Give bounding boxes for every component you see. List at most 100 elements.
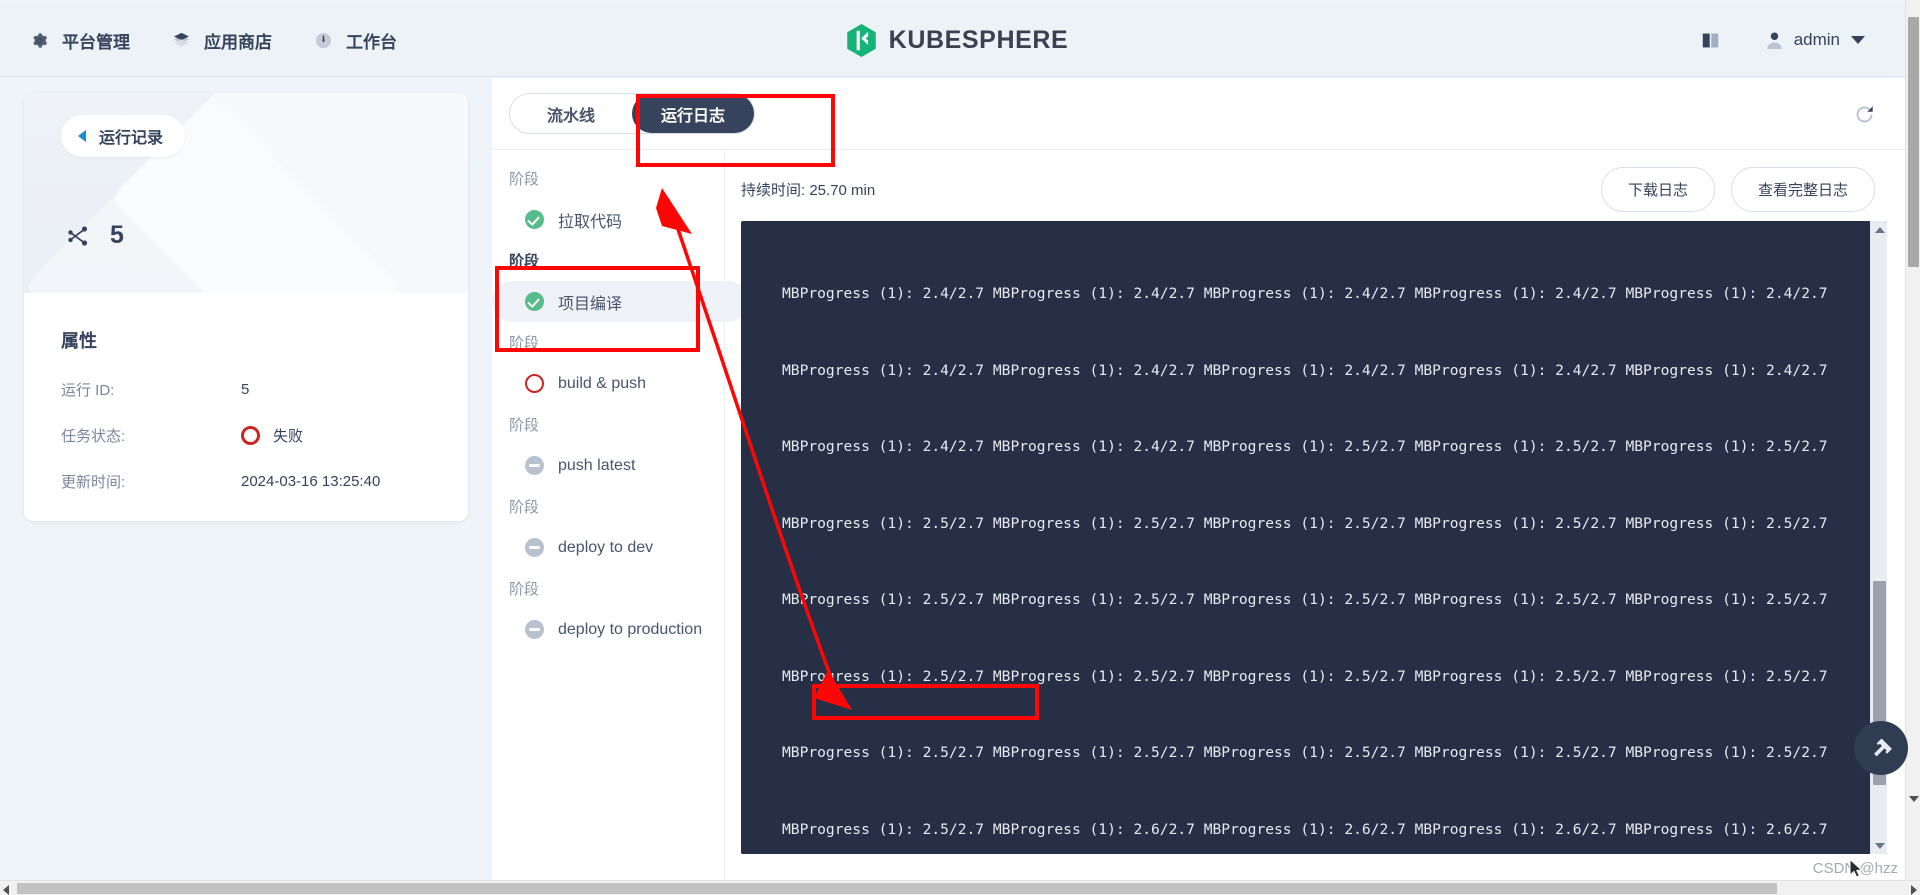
user-name: admin bbox=[1793, 30, 1840, 49]
run-number: 5 bbox=[110, 221, 124, 249]
stage-name: deploy to dev bbox=[558, 538, 654, 556]
mouse-cursor-icon bbox=[1849, 858, 1863, 878]
back-to-run-records-button[interactable]: 运行记录 bbox=[61, 115, 186, 157]
gear-icon bbox=[33, 32, 48, 48]
log-output: MBProgress (1): 2.4/2.7 MBProgress (1): … bbox=[741, 221, 1887, 854]
attributes-section: 属性 运行 ID: 5 任务状态: 失败 更新时间: 2024-03-16 13… bbox=[24, 293, 468, 521]
stage-name: 拉取代码 bbox=[558, 213, 623, 231]
avatar-icon bbox=[1766, 32, 1782, 49]
brand-text: KUBESPHERE bbox=[888, 25, 1069, 54]
main-content: 流水线 运行日志 阶段 拉取代码 阶段 项目编译 阶段 build & push… bbox=[492, 78, 1905, 890]
attribute-run-id: 运行 ID: 5 bbox=[61, 377, 431, 401]
attribute-task-status: 任务状态: 失败 bbox=[61, 423, 431, 447]
global-nav: 平台管理 应用商店 工作台 bbox=[30, 28, 439, 53]
log-layout: 阶段 拉取代码 阶段 项目编译 阶段 build & push 阶段 push … bbox=[492, 150, 1905, 890]
layers-icon bbox=[173, 32, 190, 47]
nav-item-platform[interactable]: 平台管理 bbox=[30, 28, 130, 53]
tab-run-log[interactable]: 运行日志 bbox=[632, 94, 754, 133]
duration-label: 持续时间: 25.70 min bbox=[741, 181, 876, 199]
status-success-icon bbox=[525, 210, 544, 229]
refresh-icon[interactable] bbox=[1854, 104, 1875, 125]
floating-tool-button[interactable] bbox=[1854, 721, 1908, 775]
tab-switch: 流水线 运行日志 bbox=[509, 93, 755, 134]
top-header: 平台管理 应用商店 工作台 KUBESPHERE admin bbox=[0, 4, 1913, 77]
stage-block-2: 阶段 build & push bbox=[492, 332, 724, 404]
stage-name: build & push bbox=[558, 374, 647, 392]
stage-block-4: 阶段 deploy to dev bbox=[492, 496, 724, 568]
status-pending-icon bbox=[525, 538, 544, 557]
pipeline-graph-icon bbox=[68, 225, 88, 246]
log-line: MBProgress (1): 2.4/2.7 MBProgress (1): … bbox=[782, 438, 1828, 455]
nav-label-platform: 平台管理 bbox=[62, 32, 130, 52]
stage-item-project-compile[interactable]: 项目编译 bbox=[492, 281, 748, 322]
stage-list: 阶段 拉取代码 阶段 项目编译 阶段 build & push 阶段 push … bbox=[492, 150, 748, 890]
status-badge: 失败 bbox=[273, 427, 304, 445]
stage-heading: 阶段 bbox=[509, 417, 540, 434]
console-scroll-down-button[interactable] bbox=[1871, 837, 1887, 854]
nav-item-workbench[interactable]: 工作台 bbox=[314, 28, 397, 53]
run-detail-card: 运行记录 5 回放 属性 运行 ID: 5 任务状态 bbox=[24, 93, 468, 521]
back-label: 运行记录 bbox=[99, 130, 164, 147]
attribute-update-time: 更新时间: 2024-03-16 13:25:40 bbox=[61, 469, 431, 493]
tab-pipeline[interactable]: 流水线 bbox=[510, 94, 632, 133]
stage-heading: 阶段 bbox=[509, 581, 540, 598]
view-full-log-button[interactable]: 查看完整日志 bbox=[1730, 166, 1875, 212]
download-log-button[interactable]: 下载日志 bbox=[1600, 166, 1715, 212]
page-scroll-right-button[interactable] bbox=[1911, 885, 1917, 895]
attribute-key: 运行 ID: bbox=[61, 381, 115, 399]
stage-item-pull-code[interactable]: 拉取代码 bbox=[492, 199, 724, 240]
stage-block-0: 阶段 拉取代码 bbox=[492, 168, 724, 240]
tab-bar: 流水线 运行日志 bbox=[492, 78, 1905, 150]
run-number-row: 5 bbox=[66, 221, 124, 250]
stage-item-push-latest[interactable]: push latest bbox=[492, 445, 724, 486]
stage-block-3: 阶段 push latest bbox=[492, 414, 724, 486]
nav-item-appstore[interactable]: 应用商店 bbox=[172, 28, 272, 53]
nav-label-appstore: 应用商店 bbox=[204, 32, 272, 52]
stage-item-deploy-production[interactable]: deploy to production bbox=[492, 609, 724, 650]
log-toolbar: 持续时间: 25.70 min 下载日志 查看完整日志 bbox=[741, 166, 1905, 212]
kubesphere-logo-icon bbox=[846, 23, 876, 57]
attributes-title: 属性 bbox=[61, 331, 97, 351]
log-line: MBProgress (1): 2.5/2.7 MBProgress (1): … bbox=[782, 744, 1828, 761]
console-scroll-up-button[interactable] bbox=[1871, 221, 1887, 238]
user-menu[interactable]: admin bbox=[1766, 30, 1865, 50]
nav-label-workbench: 工作台 bbox=[346, 32, 397, 52]
log-line: MBProgress (1): 2.4/2.7 MBProgress (1): … bbox=[782, 361, 1828, 379]
stage-heading: 阶段 bbox=[509, 499, 540, 516]
left-sidebar: 运行记录 5 回放 属性 运行 ID: 5 任务状态 bbox=[0, 78, 492, 888]
log-line: MBProgress (1): 2.5/2.7 MBProgress (1): … bbox=[782, 591, 1828, 608]
log-line: MBProgress (1): 2.4/2.7 MBProgress (1): … bbox=[782, 285, 1828, 302]
page-scroll-left-button[interactable] bbox=[3, 885, 9, 895]
triangle-down-icon bbox=[1874, 842, 1885, 849]
dashboard-icon bbox=[315, 32, 332, 48]
log-action-buttons: 下载日志 查看完整日志 bbox=[1600, 166, 1875, 212]
attribute-value: 2024-03-16 13:25:40 bbox=[241, 472, 381, 490]
stage-heading: 阶段 bbox=[509, 171, 540, 188]
stage-item-deploy-dev[interactable]: deploy to dev bbox=[492, 527, 724, 568]
stage-item-build-push[interactable]: build & push bbox=[492, 363, 724, 404]
stage-block-5: 阶段 deploy to production bbox=[492, 578, 724, 650]
book-icon[interactable] bbox=[1701, 32, 1720, 49]
header-right-actions: admin bbox=[1701, 30, 1865, 50]
run-card-hero: 运行记录 5 回放 bbox=[24, 93, 468, 293]
page-scrollbar-thumb[interactable] bbox=[1908, 17, 1919, 267]
attribute-key: 任务状态: bbox=[61, 427, 126, 445]
log-console[interactable]: MBProgress (1): 2.4/2.7 MBProgress (1): … bbox=[741, 221, 1887, 854]
stage-heading: 阶段 bbox=[509, 335, 540, 352]
page-scroll-down-button[interactable] bbox=[1909, 796, 1919, 820]
console-horizontal-scrollbar[interactable] bbox=[741, 839, 1870, 854]
page-horizontal-scrollbar[interactable] bbox=[0, 880, 1920, 895]
stage-name: push latest bbox=[558, 456, 636, 474]
status-pending-icon bbox=[525, 456, 544, 475]
chevron-down-icon[interactable] bbox=[1851, 36, 1865, 44]
status-success-icon bbox=[525, 292, 544, 311]
stage-name: deploy to production bbox=[558, 620, 703, 638]
stage-heading: 阶段 bbox=[509, 253, 540, 270]
status-failed-icon bbox=[241, 425, 260, 445]
triangle-up-icon bbox=[1874, 226, 1885, 233]
triangle-down-icon bbox=[1909, 796, 1919, 819]
attribute-value: 5 bbox=[241, 380, 250, 398]
attribute-key: 更新时间: bbox=[61, 473, 126, 491]
status-pending-icon bbox=[525, 620, 544, 639]
page-hscrollbar-thumb[interactable] bbox=[17, 883, 1777, 894]
